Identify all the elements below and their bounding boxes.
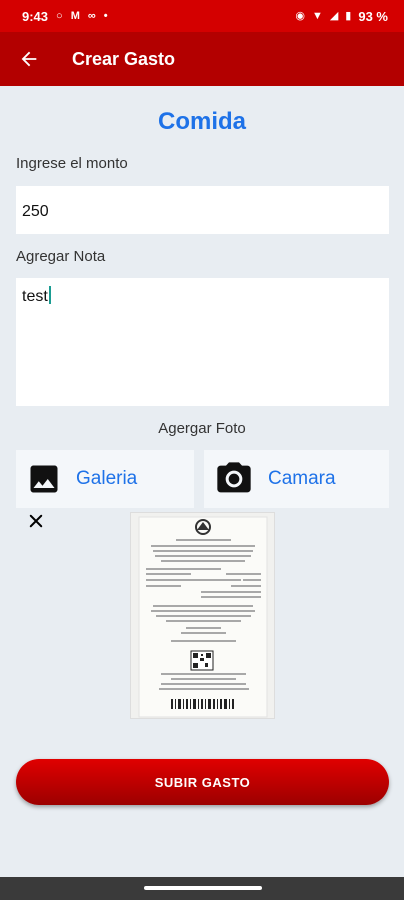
gallery-button[interactable]: Galeria — [16, 450, 194, 508]
hotspot-icon: ◉ — [295, 9, 305, 22]
photo-label: Agergar Foto — [158, 420, 246, 437]
page-title: Crear Gasto — [72, 48, 176, 69]
receipt-image — [131, 513, 274, 718]
signal-icon: ◢ — [329, 9, 339, 22]
submit-expense-button[interactable]: SUBIR GASTO — [16, 759, 389, 805]
category-title: Comida — [157, 108, 246, 135]
home-gesture-handle[interactable] — [144, 886, 262, 890]
wifi-icon: ▼ — [311, 9, 323, 22]
amount-value: 250 — [22, 203, 49, 220]
system-nav-bar — [0, 877, 404, 900]
status-bar: 9:43 ○ M ∞ • ◉ ▼ ◢ ▮ 93 % — [0, 0, 404, 32]
camera-button-label: Camara — [268, 468, 336, 489]
image-icon — [30, 465, 58, 493]
note-label: Agregar Nota — [16, 248, 106, 265]
more-notifications-icon: • — [103, 9, 108, 22]
note-value: test — [22, 288, 48, 305]
gallery-button-label: Galeria — [76, 468, 138, 489]
amount-label: Ingrese el monto — [16, 155, 128, 172]
amount-input[interactable]: 250 — [16, 186, 389, 234]
note-input[interactable]: test — [16, 278, 389, 406]
camera-icon — [217, 462, 251, 493]
text-cursor — [48, 286, 51, 304]
app-bar: Crear Gasto — [0, 32, 404, 86]
whatsapp-icon: ○ — [56, 9, 63, 22]
submit-button-label: SUBIR GASTO — [154, 774, 251, 790]
back-arrow-icon[interactable] — [18, 48, 40, 70]
gmail-icon: M — [70, 9, 80, 22]
close-icon[interactable] — [27, 512, 45, 530]
receipt-photo — [130, 512, 275, 719]
battery-icon: ▮ — [345, 9, 352, 22]
camera-button[interactable]: Camara — [204, 450, 389, 508]
app-notification-icon: ∞ — [87, 9, 96, 22]
status-time: 9:43 — [22, 8, 49, 24]
battery-level: 93 % — [358, 8, 388, 24]
